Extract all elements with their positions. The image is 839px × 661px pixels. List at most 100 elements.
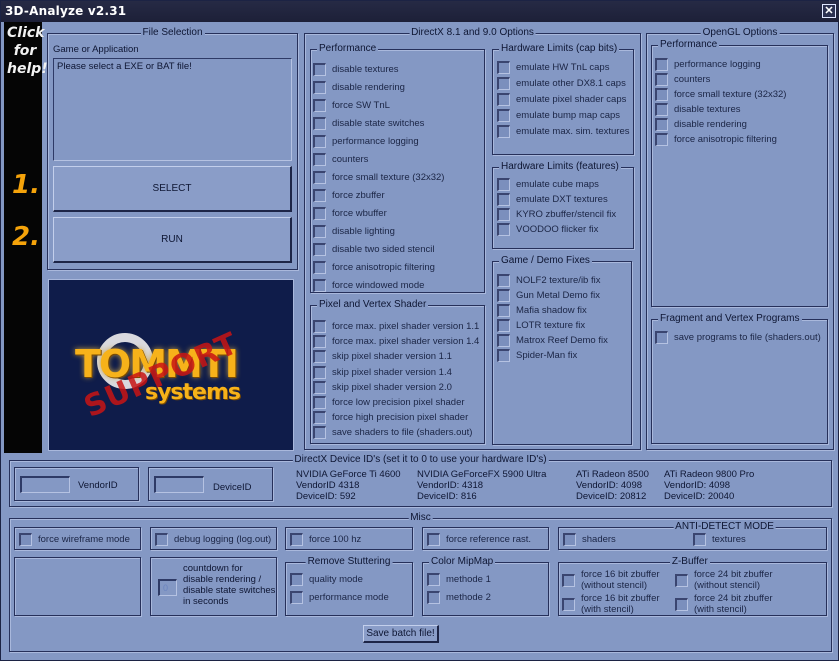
option-checkbox[interactable]: NOLF2 texture/ib fix <box>497 274 600 287</box>
option-checkbox[interactable]: disable two sided stencil <box>313 243 434 256</box>
stutter-quality-checkbox[interactable]: quality mode <box>290 573 363 586</box>
checkbox[interactable] <box>497 93 510 106</box>
option-checkbox[interactable]: performance logging <box>313 135 419 148</box>
option-checkbox[interactable]: disable lighting <box>313 225 395 238</box>
option-checkbox[interactable]: force windowed mode <box>313 279 424 292</box>
checkbox[interactable] <box>497 109 510 122</box>
option-checkbox[interactable]: disable state switches <box>313 117 424 130</box>
option-checkbox[interactable]: force low precision pixel shader <box>313 396 465 409</box>
checkbox[interactable] <box>313 135 326 148</box>
option-checkbox[interactable]: KYRO zbuffer/stencil fix <box>497 208 616 221</box>
close-button[interactable]: ✕ <box>822 4 836 18</box>
checkbox[interactable] <box>655 103 668 116</box>
option-checkbox[interactable]: Mafia shadow fix <box>497 304 587 317</box>
option-checkbox[interactable]: emulate DXT textures <box>497 193 608 206</box>
checkbox[interactable] <box>290 591 303 604</box>
file-path-textarea[interactable]: Please select a EXE or BAT file! <box>53 58 292 161</box>
option-checkbox[interactable]: emulate other DX8.1 caps <box>497 77 626 90</box>
checkbox[interactable] <box>313 320 326 333</box>
force-100hz-checkbox[interactable]: force 100 hz <box>290 533 361 546</box>
select-button[interactable]: SELECT <box>53 166 292 212</box>
vendor-id-input[interactable] <box>20 476 70 493</box>
checkbox[interactable] <box>313 171 326 184</box>
option-checkbox[interactable]: counters <box>655 73 710 86</box>
device-card[interactable]: NVIDIA GeForce Ti 4600 VendorID 4318 Dev… <box>296 469 401 502</box>
option-checkbox[interactable]: performance logging <box>655 58 761 71</box>
option-checkbox[interactable]: force anisotropic filtering <box>313 261 435 274</box>
checkbox[interactable] <box>497 77 510 90</box>
checkbox[interactable] <box>655 73 668 86</box>
anti-detect-shaders-checkbox[interactable]: shaders <box>563 533 616 546</box>
option-checkbox[interactable]: emulate pixel shader caps <box>497 93 626 106</box>
option-checkbox[interactable]: disable textures <box>313 63 399 76</box>
option-checkbox[interactable]: emulate HW TnL caps <box>497 61 609 74</box>
device-card[interactable]: ATi Radeon 9800 Pro VendorID: 4098 Devic… <box>664 469 754 502</box>
option-checkbox[interactable]: skip pixel shader version 1.4 <box>313 365 452 379</box>
stutter-performance-checkbox[interactable]: performance mode <box>290 591 389 604</box>
checkbox[interactable] <box>313 63 326 76</box>
option-checkbox[interactable]: skip pixel shader version 2.0 <box>313 380 452 394</box>
checkbox[interactable] <box>313 225 326 238</box>
option-checkbox[interactable]: skip pixel shader version 1.1 <box>313 350 452 364</box>
option-checkbox[interactable]: force SW TnL <box>313 99 390 112</box>
option-checkbox[interactable]: force wbuffer <box>313 207 387 220</box>
checkbox[interactable] <box>497 334 510 347</box>
checkbox[interactable] <box>497 304 510 317</box>
help-link[interactable]: Click for help! <box>7 24 48 78</box>
help-strip[interactable]: Click for help! 1. 2. <box>4 22 48 453</box>
checkbox[interactable] <box>655 118 668 131</box>
checkbox[interactable] <box>497 274 510 287</box>
checkbox[interactable] <box>497 349 510 362</box>
checkbox[interactable] <box>563 533 576 546</box>
checkbox[interactable] <box>313 99 326 112</box>
zbuffer-24-stencil-checkbox[interactable]: force 24 bit zbuffer (with stencil) <box>675 593 773 615</box>
checkbox[interactable] <box>497 289 510 302</box>
checkbox[interactable] <box>313 350 326 364</box>
option-checkbox[interactable]: force anisotropic filtering <box>655 133 777 146</box>
countdown-input[interactable] <box>158 579 177 596</box>
option-checkbox[interactable]: disable rendering <box>313 81 405 94</box>
checkbox[interactable] <box>313 426 326 440</box>
checkbox[interactable] <box>313 81 326 94</box>
zbuffer-16-nostencil-checkbox[interactable]: force 16 bit zbuffer (without stencil) <box>562 569 660 591</box>
option-checkbox[interactable]: emulate max. sim. textures <box>497 125 630 138</box>
anti-detect-textures-checkbox[interactable]: textures <box>693 533 746 546</box>
option-checkbox[interactable]: counters <box>313 153 368 166</box>
checkbox[interactable] <box>313 411 326 425</box>
option-checkbox[interactable]: disable textures <box>655 103 741 116</box>
checkbox[interactable] <box>655 88 668 101</box>
checkbox[interactable] <box>497 178 510 191</box>
checkbox[interactable] <box>290 573 303 586</box>
checkbox[interactable] <box>562 597 575 611</box>
checkbox[interactable] <box>313 207 326 220</box>
checkbox[interactable] <box>497 193 510 206</box>
device-card[interactable]: ATi Radeon 8500 VendorID: 4098 DeviceID:… <box>576 469 649 502</box>
checkbox[interactable] <box>497 61 510 74</box>
checkbox[interactable] <box>562 573 575 587</box>
checkbox[interactable] <box>675 597 688 611</box>
checkbox[interactable] <box>313 335 326 349</box>
checkbox[interactable] <box>655 133 668 146</box>
checkbox[interactable] <box>313 117 326 130</box>
zbuffer-16-stencil-checkbox[interactable]: force 16 bit zbuffer (with stencil) <box>562 593 660 615</box>
option-checkbox[interactable]: Matrox Reef Demo fix <box>497 334 608 347</box>
checkbox[interactable] <box>655 58 668 71</box>
option-checkbox[interactable]: save shaders to file (shaders.out) <box>313 426 472 440</box>
checkbox[interactable] <box>497 223 510 236</box>
checkbox[interactable] <box>19 533 32 546</box>
force-wireframe-checkbox[interactable]: force wireframe mode <box>19 533 130 546</box>
checkbox[interactable] <box>693 533 706 546</box>
option-checkbox[interactable]: LOTR texture fix <box>497 319 585 332</box>
option-checkbox[interactable]: disable rendering <box>655 118 747 131</box>
checkbox[interactable] <box>313 189 326 202</box>
checkbox[interactable] <box>427 573 440 586</box>
mipmap-methode1-checkbox[interactable]: methode 1 <box>427 573 491 586</box>
debug-logging-checkbox[interactable]: debug logging (log.out) <box>155 533 271 546</box>
checkbox[interactable] <box>655 331 668 344</box>
checkbox[interactable] <box>497 125 510 138</box>
option-checkbox[interactable]: force zbuffer <box>313 189 385 202</box>
option-checkbox[interactable]: force max. pixel shader version 1.1 <box>313 320 479 333</box>
device-card[interactable]: NVIDIA GeForceFX 5900 Ultra VendorID: 43… <box>417 469 546 502</box>
checkbox[interactable] <box>675 573 688 587</box>
checkbox[interactable] <box>427 591 440 604</box>
